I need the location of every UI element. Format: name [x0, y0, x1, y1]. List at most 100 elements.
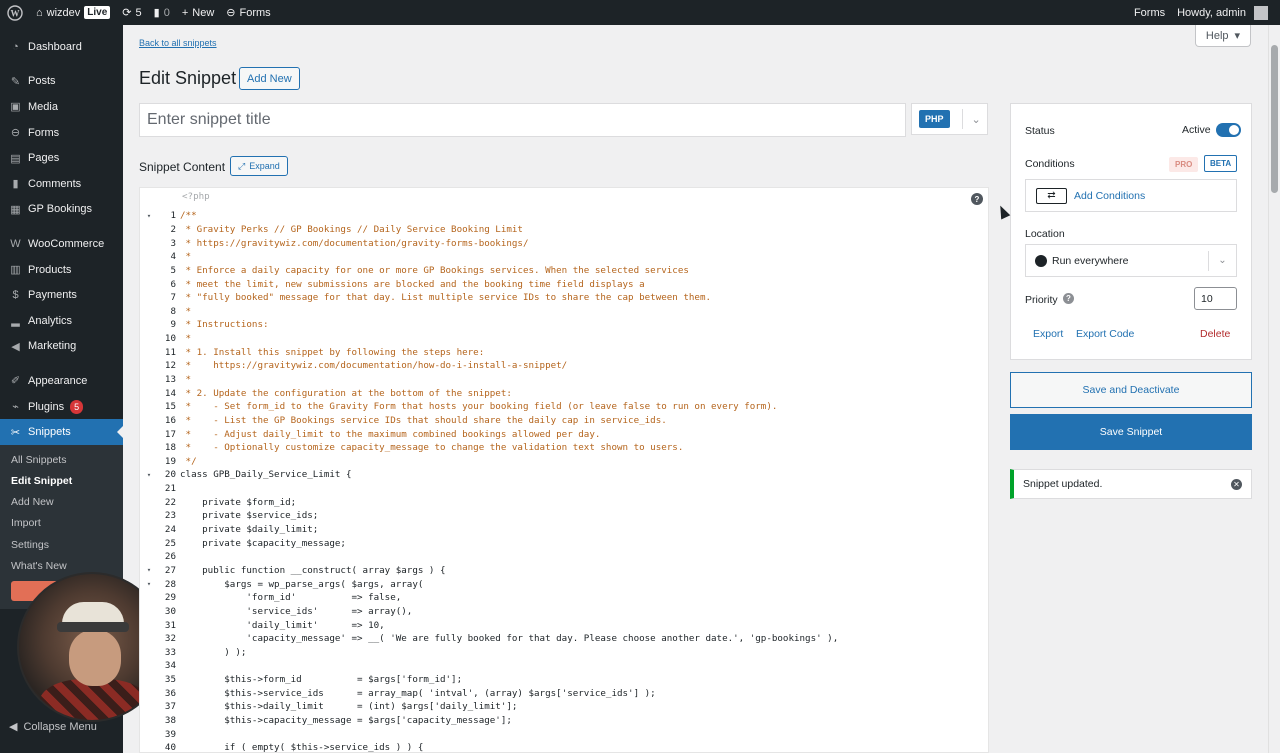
fold-arrow-icon[interactable]: ▾: [140, 212, 158, 220]
sidebar-item-forms[interactable]: ⊖ Forms: [0, 120, 123, 146]
howdy-label: Howdy, admin: [1177, 6, 1246, 19]
code-line: ▾ 20 class GPB_Daily_Service_Limit {: [140, 468, 988, 482]
wordpress-logo-icon[interactable]: W: [0, 0, 30, 25]
submenu-import[interactable]: Import: [0, 513, 123, 534]
appearance-icon: ✐: [10, 375, 21, 388]
page-scrollbar[interactable]: [1268, 25, 1280, 753]
save-and-deactivate-button[interactable]: Save and Deactivate: [1010, 372, 1252, 408]
forms-menu[interactable]: ⊖ Forms: [220, 0, 276, 25]
payments-icon: $: [12, 289, 19, 302]
code-line: 34: [140, 659, 988, 673]
priority-input[interactable]: 10: [1194, 287, 1237, 310]
updates-menu[interactable]: ⟳ 5: [116, 0, 147, 25]
sidebar-item-appearance[interactable]: ✐ Appearance: [0, 368, 123, 394]
sidebar-item-gp-bookings[interactable]: ▦ GP Bookings: [0, 197, 123, 223]
submenu-all-snippets[interactable]: All Snippets: [0, 449, 123, 470]
line-number: 17: [164, 428, 176, 440]
code-line: 11 * 1. Install this snippet by followin…: [140, 345, 988, 359]
location-select[interactable]: Run everywhere ⌄: [1025, 244, 1237, 277]
sidebar-item-analytics[interactable]: ▂ Analytics: [0, 308, 123, 334]
export-code-link[interactable]: Export Code: [1076, 328, 1134, 340]
code-text: $this->daily_limit = (int) $args['daily_…: [180, 701, 518, 713]
globe-icon: [1035, 254, 1047, 267]
dismiss-icon[interactable]: ✕: [1231, 478, 1242, 490]
back-to-snippets-link[interactable]: Back to all snippets: [139, 38, 217, 48]
active-toggle-switch[interactable]: [1215, 123, 1241, 137]
add-conditions-button[interactable]: ⇄ Add Conditions: [1025, 179, 1237, 212]
line-number: 8: [170, 305, 176, 317]
expand-icon: ⤢: [238, 160, 246, 171]
forms-label: Forms: [239, 6, 271, 19]
fold-arrow-icon[interactable]: ▾: [140, 580, 158, 588]
code-text: * - List the GP Bookings service IDs tha…: [180, 414, 667, 426]
site-name: wizdev: [46, 6, 81, 19]
add-conditions-label: Add Conditions: [1074, 189, 1146, 202]
sidebar-item-marketing[interactable]: ◀ Marketing: [0, 334, 123, 360]
code-line: 5 * Enforce a daily capacity for one or …: [140, 264, 988, 278]
comments-menu[interactable]: ▮ 0: [148, 0, 176, 25]
code-line: 38 $this->capacity_message = $args['capa…: [140, 714, 988, 728]
sidebar-item-posts[interactable]: ✎ Posts: [0, 69, 123, 95]
fold-arrow-icon[interactable]: ▾: [140, 471, 158, 479]
editor-help-icon[interactable]: ?: [971, 193, 983, 205]
submenu-edit-snippet[interactable]: Edit Snippet: [0, 470, 123, 491]
submenu-add-new[interactable]: Add New: [0, 492, 123, 513]
status-toggle[interactable]: Active: [1182, 123, 1241, 137]
site-name-menu[interactable]: ⌂ wizdev Live: [30, 0, 116, 25]
sidebar-item-pages[interactable]: ▤ Pages: [0, 145, 123, 171]
add-new-button[interactable]: Add New: [239, 67, 300, 90]
sidebar-item-products[interactable]: ▥ Products: [0, 257, 123, 283]
code-editor[interactable]: <?php ? ▾ 1/** 2 * Gravity Perks // GP Boo…: [139, 187, 989, 753]
line-number: 3: [170, 237, 176, 249]
sidebar-item-payments[interactable]: $ Payments: [0, 282, 123, 308]
save-snippet-button[interactable]: Save Snippet: [1010, 414, 1252, 450]
code-text: * "fully booked" message for that day. L…: [180, 292, 712, 304]
status-value: Active: [1182, 124, 1211, 136]
priority-help-icon[interactable]: ?: [1063, 293, 1074, 304]
sidebar-item-label: GP Bookings: [28, 203, 93, 216]
code-lines: ▾ 1/** 2 * Gravity Perks // GP Bookings //…: [140, 209, 988, 752]
code-text: * 2. Update the configuration at the bot…: [180, 387, 512, 399]
php-open-tag: <?php: [182, 191, 210, 202]
sidebar-item-plugins[interactable]: ⌁ Plugins 5: [0, 394, 123, 420]
code-text: /**: [180, 210, 197, 222]
dashboard-icon: ◔: [12, 40, 19, 53]
products-icon: ▥: [10, 264, 21, 277]
sidebar-item-dashboard[interactable]: ◔ Dashboard: [0, 34, 123, 60]
language-select[interactable]: PHP ⌄: [911, 103, 988, 135]
sidebar-item-label: WooCommerce: [28, 237, 105, 250]
line-number: 21: [164, 483, 176, 495]
scrollbar-thumb[interactable]: [1271, 45, 1278, 193]
sidebar-item-woocommerce[interactable]: W WooCommerce: [0, 231, 123, 257]
new-content-menu[interactable]: + New: [176, 0, 220, 25]
forms-right-menu[interactable]: Forms: [1128, 0, 1171, 25]
line-number: 20: [164, 469, 176, 481]
export-link[interactable]: Export: [1033, 328, 1063, 340]
sidebar-item-comments[interactable]: ▮ Comments: [0, 171, 123, 197]
code-line: 31 'daily_limit' => 10,: [140, 618, 988, 632]
location-value: Run everywhere: [1052, 254, 1129, 267]
line-number: 38: [164, 715, 176, 727]
sidebar-item-snippets[interactable]: ✂ Snippets: [0, 419, 123, 445]
code-line: 17 * - Adjust daily_limit to the maximum…: [140, 427, 988, 441]
line-number: 13: [164, 374, 176, 385]
conditions-label: Conditions: [1025, 158, 1075, 170]
sidebar-item-label: Dashboard: [28, 40, 82, 53]
delete-link[interactable]: Delete: [1200, 328, 1230, 340]
collapse-menu-button[interactable]: ◀ Collapse Menu: [9, 720, 97, 734]
sidebar-item-media[interactable]: ▣ Media: [0, 94, 123, 120]
code-line: 6 * meet the limit, new submissions are …: [140, 277, 988, 291]
sidebar-item-label: Analytics: [28, 314, 73, 327]
my-account-menu[interactable]: Howdy, admin: [1171, 0, 1280, 25]
sidebar-item-label: Snippets: [28, 426, 71, 439]
snippet-title-input[interactable]: Enter snippet title: [139, 103, 906, 137]
comments-icon: ▮: [12, 178, 19, 191]
submenu-settings[interactable]: Settings: [0, 534, 123, 555]
code-text: * - Set form_id to the Gravity Form that…: [180, 401, 778, 413]
code-line: 35 $this->form_id = $args['form_id'];: [140, 673, 988, 687]
code-line: 16 * - List the GP Bookings service IDs …: [140, 414, 988, 428]
code-text: * 1. Install this snippet by following t…: [180, 346, 485, 358]
fold-arrow-icon[interactable]: ▾: [140, 566, 158, 574]
expand-button[interactable]: ⤢ Expand: [230, 156, 288, 176]
help-tab-button[interactable]: Help ▾: [1195, 25, 1251, 47]
